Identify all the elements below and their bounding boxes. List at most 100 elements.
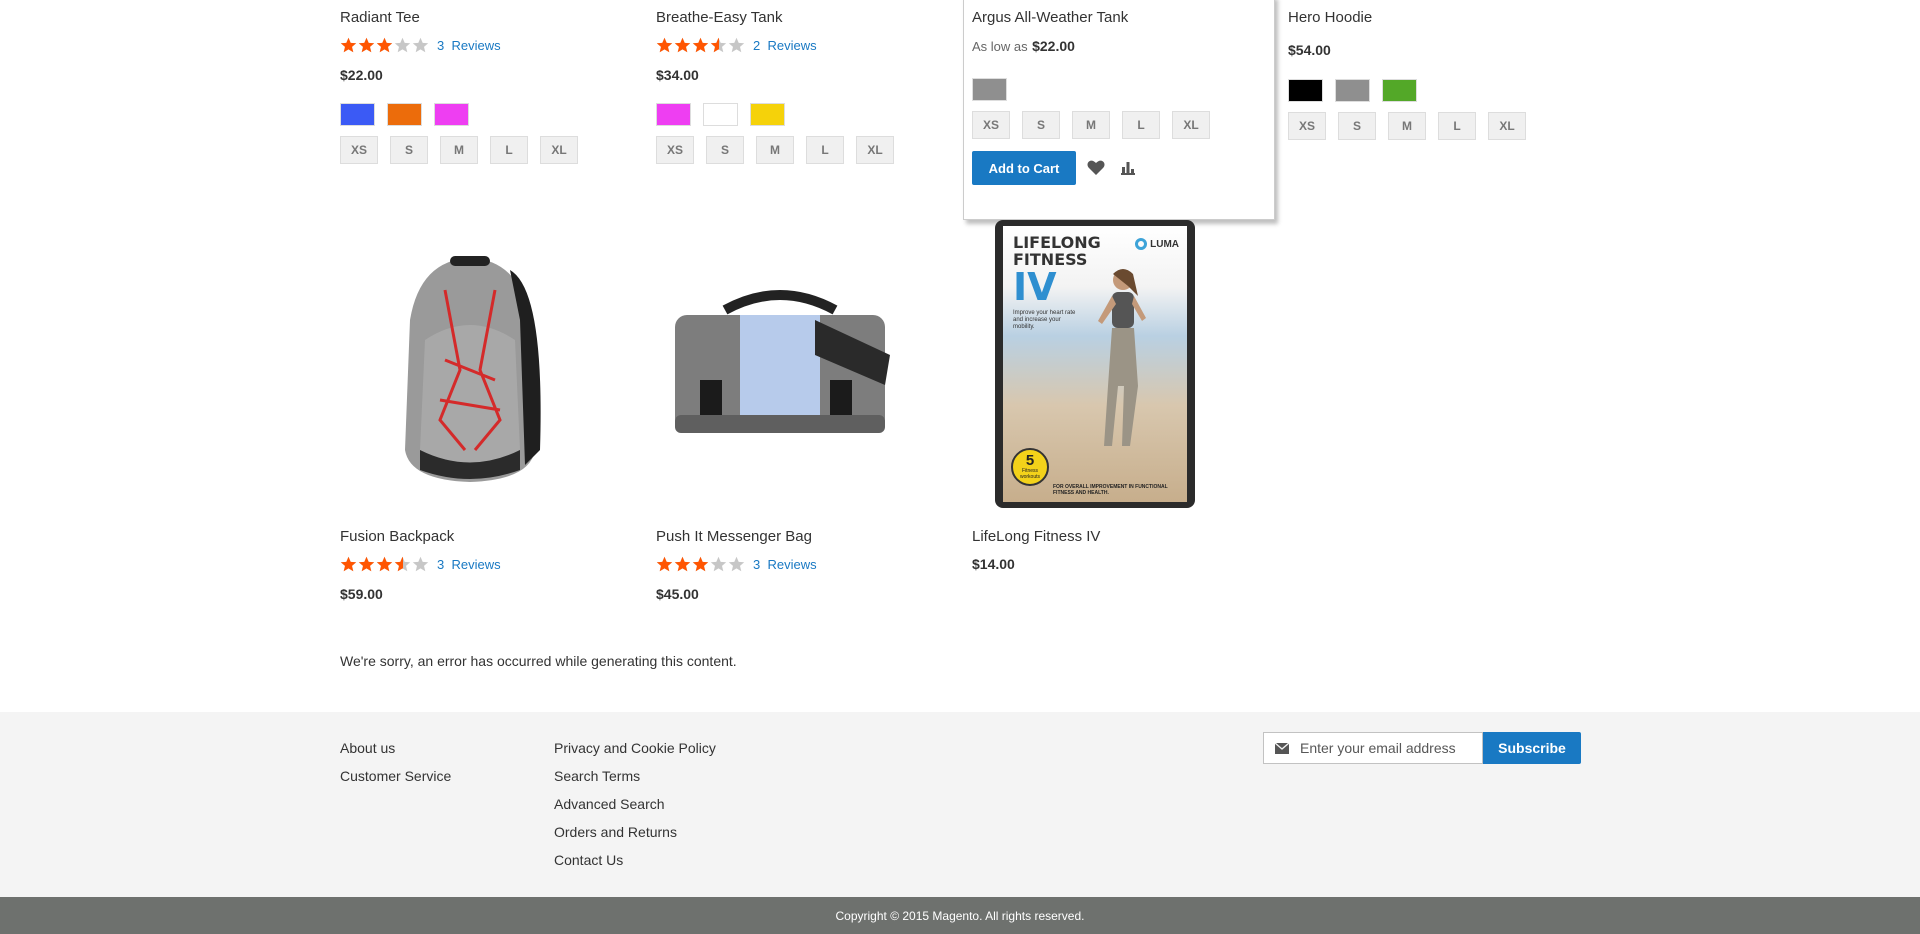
footer-link[interactable]: Customer Service [340,762,451,790]
footer-links-col2: Privacy and Cookie Policy Search Terms Adv… [554,734,716,874]
color-swatch[interactable] [1335,79,1370,102]
footer-link[interactable]: Contact Us [554,846,716,874]
newsletter-form: Subscribe [1263,732,1581,764]
product-name-link[interactable]: Hero Hoodie [1288,9,1372,26]
as-low-as-label: As low as [972,39,1028,54]
footer-links-col1: About us Customer Service [340,734,451,790]
size-swatch[interactable]: XS [972,111,1010,139]
size-swatch[interactable]: S [1338,112,1376,140]
size-swatch[interactable]: XL [856,136,894,164]
footer-link[interactable]: Orders and Returns [554,818,716,846]
reviews-link[interactable]: 3 Reviews [437,557,501,572]
color-swatch[interactable] [656,103,691,126]
star-icon [376,37,393,54]
color-swatch[interactable] [703,103,738,126]
size-swatches: XS S M L XL [1288,112,1578,140]
page-footer: About us Customer Service Privacy and Coo… [0,712,1920,897]
star-icon [692,556,709,573]
product-card-breathe-easy-tank: Breathe-Easy Tank 2 Reviews $34.00 XS S M L… [656,8,946,164]
size-swatch[interactable]: M [1072,111,1110,139]
footer-link[interactable]: Advanced Search [554,790,716,818]
cover-bottom-text: FOR OVERALL IMPROVEMENT IN FUNCTIONAL FI… [1053,484,1168,496]
dvd-cover: LIFELONG FITNESS IV LUMA Improve your he… [1003,226,1187,502]
reviews-link[interactable]: 2 Reviews [753,38,817,53]
star-icon [656,37,673,54]
heart-icon[interactable] [1084,156,1108,180]
product-name-link[interactable]: LifeLong Fitness IV [972,528,1100,545]
size-swatch[interactable]: S [706,136,744,164]
size-swatch[interactable]: XS [656,136,694,164]
color-swatch[interactable] [1288,79,1323,102]
product-image-fusion-backpack[interactable] [370,250,570,485]
product-rating: 2 Reviews [656,35,946,55]
size-swatch[interactable]: XL [540,136,578,164]
size-swatches: XS S M L XL [972,111,1262,139]
product-name-link[interactable]: Fusion Backpack [340,528,454,545]
newsletter-email-input[interactable] [1300,740,1480,756]
footer-link[interactable]: About us [340,734,451,762]
add-to-cart-button[interactable]: Add to Cart [972,151,1076,185]
star-icon [728,37,745,54]
product-card-argus-tank: Argus All-Weather Tank As low as $22.00 … [972,8,1262,185]
size-swatch[interactable]: L [1438,112,1476,140]
error-message: We're sorry, an error has occurred while… [340,653,737,669]
subscribe-button[interactable]: Subscribe [1483,732,1581,764]
star-icon [710,556,727,573]
product-card-push-it-messenger-bag: Push It Messenger Bag 3 Reviews $45.00 [656,527,946,602]
size-swatch[interactable]: XS [340,136,378,164]
size-swatches: XS S M L XL [656,136,946,164]
star-icon [412,37,429,54]
rating-stars [340,556,429,573]
star-icon [412,556,429,573]
star-icon [674,556,691,573]
price-box: As low as $22.00 [972,38,1262,56]
star-icon [710,37,727,54]
copyright-text: Copyright © 2015 Magento. All rights res… [835,908,1085,923]
compare-icon[interactable] [1116,156,1140,180]
size-swatch[interactable]: M [440,136,478,164]
color-swatch[interactable] [1382,79,1417,102]
reviews-link[interactable]: 3 Reviews [753,557,817,572]
star-icon [340,37,357,54]
size-swatch[interactable]: XL [1488,112,1526,140]
star-icon [394,37,411,54]
cover-badge: 5 Fitness workouts [1011,448,1049,486]
product-price: $45.00 [656,586,699,602]
size-swatch[interactable]: L [1122,111,1160,139]
size-swatch[interactable]: S [1022,111,1060,139]
product-name-link[interactable]: Argus All-Weather Tank [972,9,1128,26]
size-swatch[interactable]: L [806,136,844,164]
size-swatch[interactable]: XS [1288,112,1326,140]
product-card-hero-hoodie: Hero Hoodie $54.00 XS S M L XL [1288,8,1578,140]
product-name-link[interactable]: Radiant Tee [340,9,420,26]
product-card-lifelong-fitness-iv: LifeLong Fitness IV $14.00 [972,527,1262,572]
size-swatch[interactable]: S [390,136,428,164]
star-icon [358,37,375,54]
color-swatch[interactable] [972,78,1007,101]
cover-tagline: Improve your heart rate and increase you… [1013,310,1076,330]
product-rating: 3 Reviews [656,554,946,574]
product-image-lifelong-fitness-iv[interactable]: LIFELONG FITNESS IV LUMA Improve your he… [995,220,1195,508]
product-image-push-it-messenger-bag[interactable] [665,285,895,450]
product-price: $34.00 [656,67,699,83]
product-price: $22.00 [340,67,383,83]
star-icon [728,556,745,573]
color-swatch[interactable] [387,103,422,126]
product-price: $22.00 [1032,38,1075,54]
star-icon [394,556,411,573]
size-swatch[interactable]: M [756,136,794,164]
footer-link[interactable]: Search Terms [554,762,716,790]
size-swatch[interactable]: XL [1172,111,1210,139]
size-swatch[interactable]: M [1388,112,1426,140]
size-swatch[interactable]: L [490,136,528,164]
reviews-link[interactable]: 3 Reviews [437,38,501,53]
color-swatch[interactable] [340,103,375,126]
footer-link[interactable]: Privacy and Cookie Policy [554,734,716,762]
star-icon [656,556,673,573]
product-name-link[interactable]: Push It Messenger Bag [656,528,812,545]
color-swatches [656,103,946,126]
star-icon [358,556,375,573]
color-swatch[interactable] [434,103,469,126]
product-name-link[interactable]: Breathe-Easy Tank [656,9,782,26]
color-swatch[interactable] [750,103,785,126]
